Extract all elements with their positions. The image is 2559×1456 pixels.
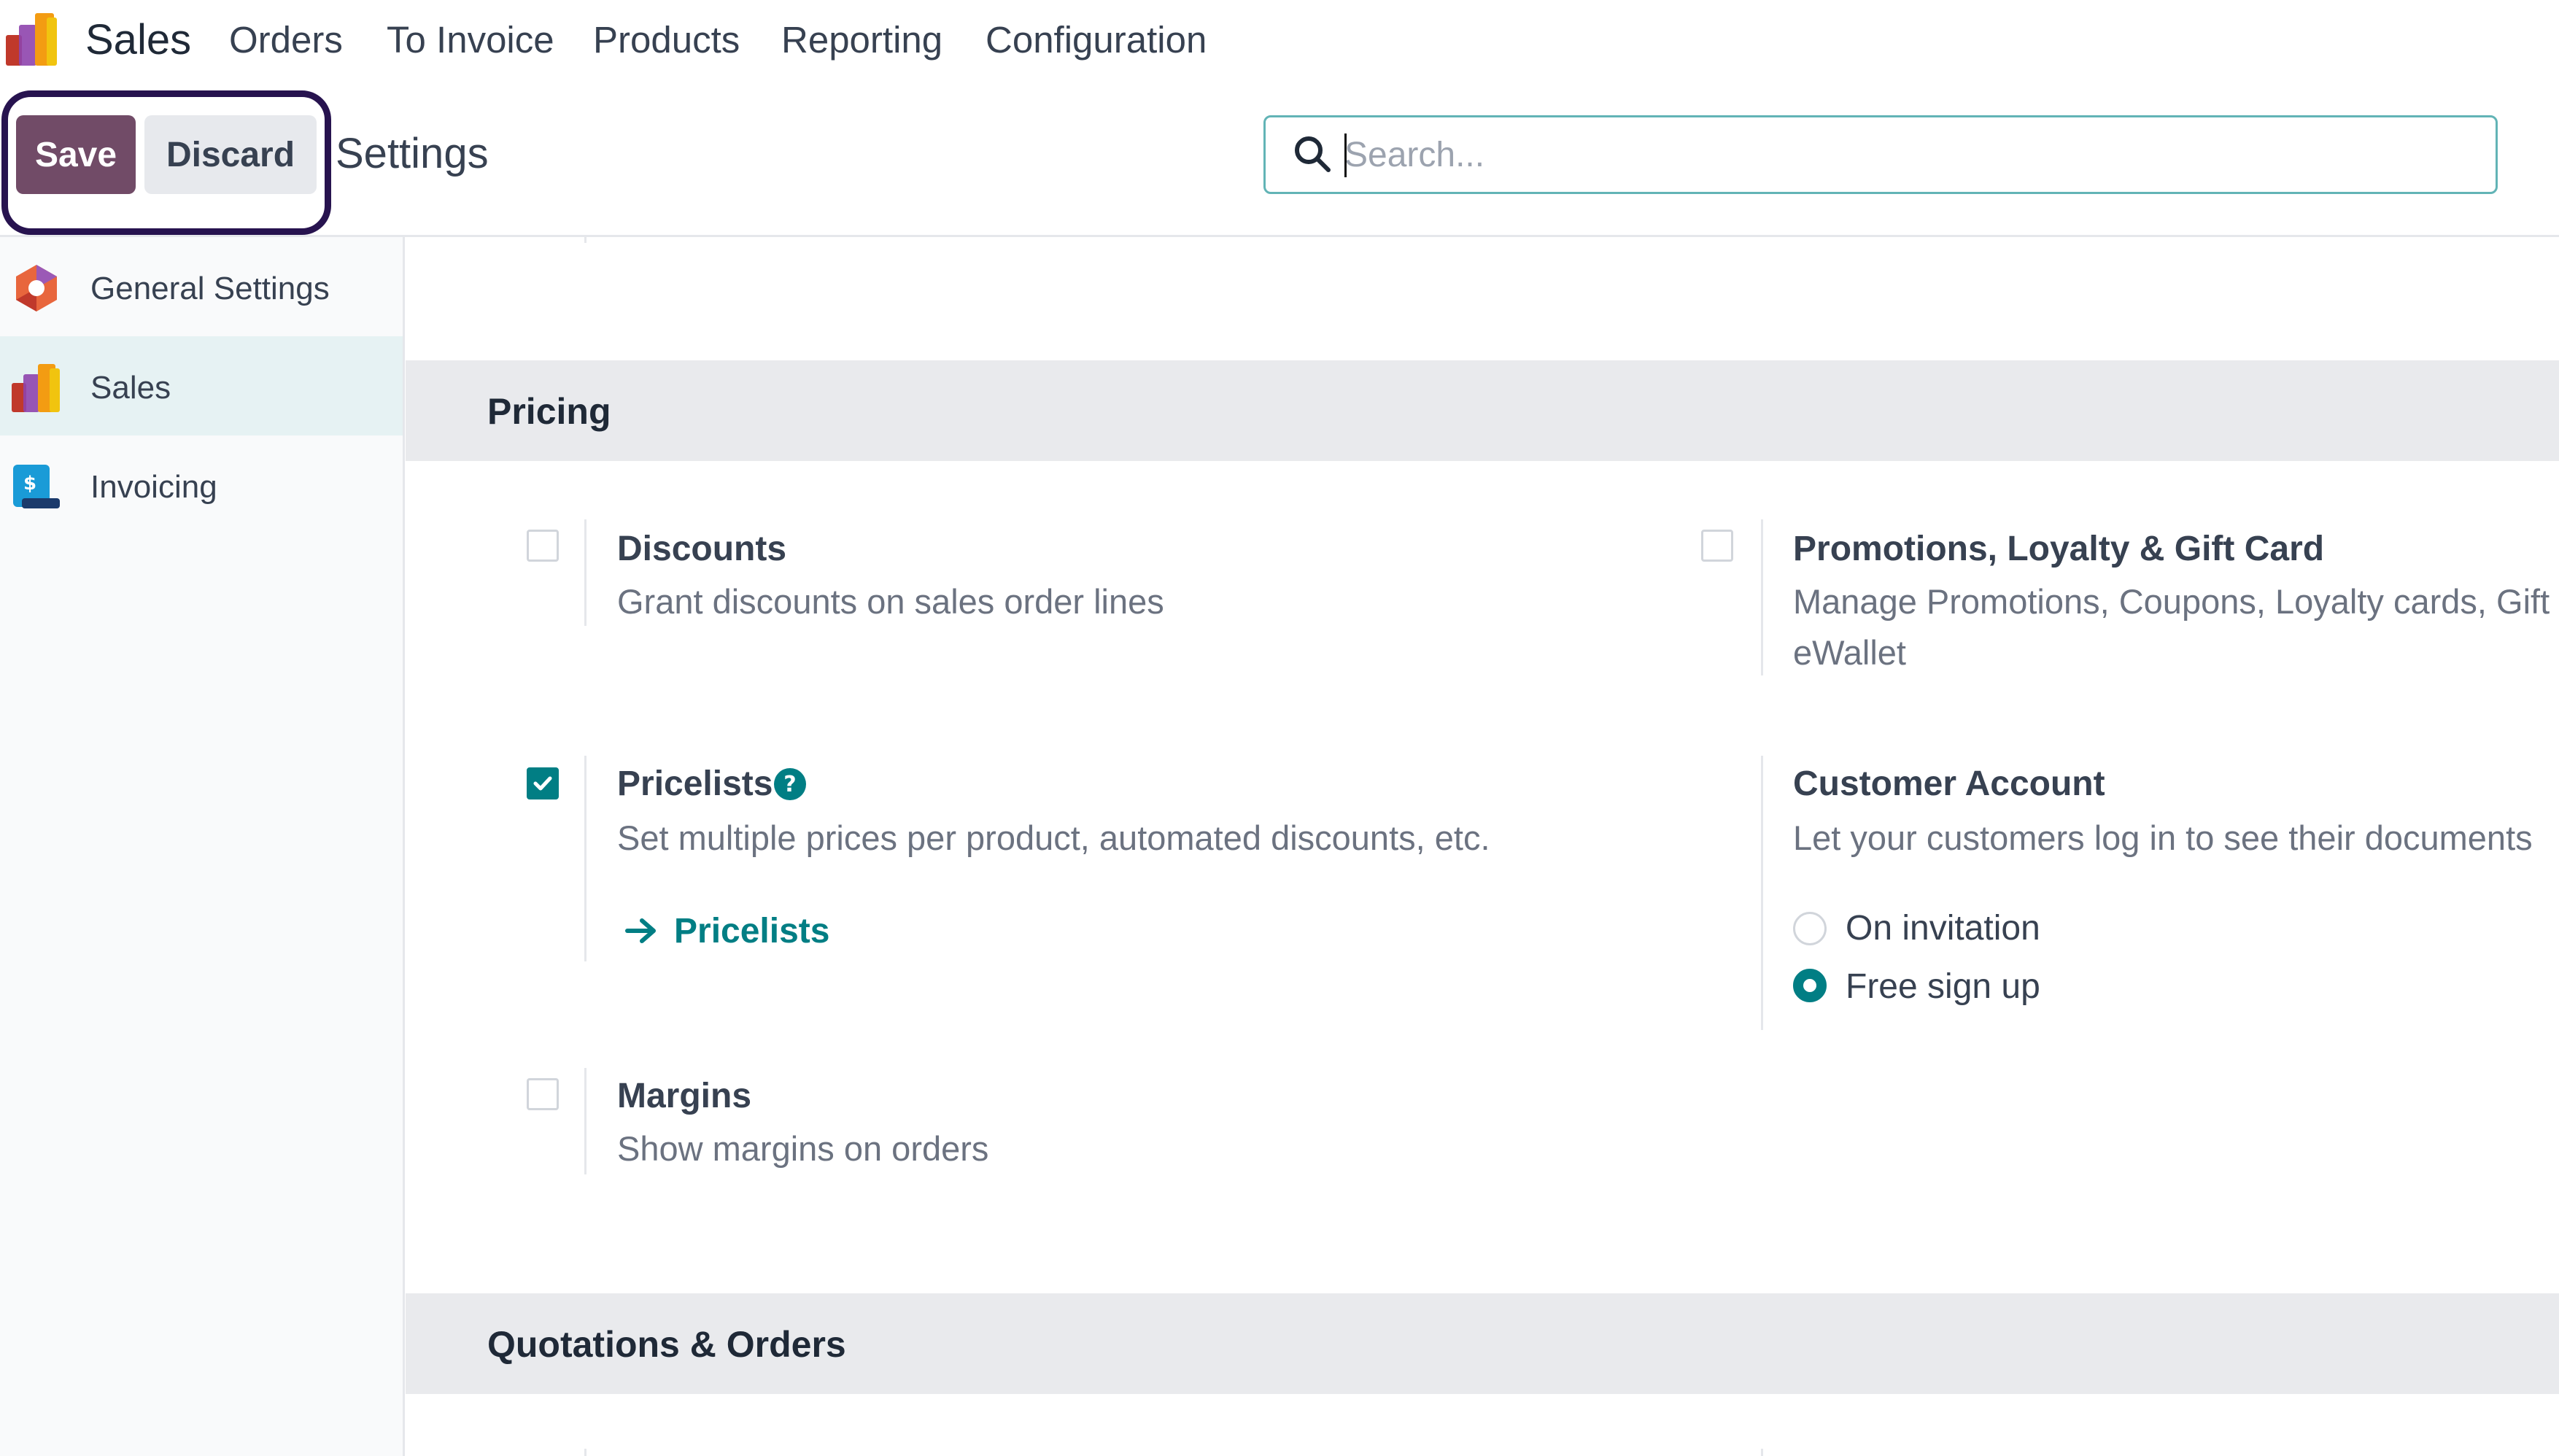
divider <box>584 237 586 243</box>
nav-app-name[interactable]: Sales <box>85 15 191 66</box>
discounts-description: Grant discounts on sales order lines <box>617 582 1164 621</box>
nav-item-to-invoice[interactable]: To Invoice <box>387 15 554 66</box>
settings-sidebar: General Settings Sales $ Invoicing <box>0 237 405 1456</box>
sidebar-item-invoicing[interactable]: $ Invoicing <box>0 435 403 535</box>
discounts-title: Discounts <box>617 530 787 568</box>
discounts-checkbox[interactable] <box>527 530 559 562</box>
customer-account-description: Let your customers log in to see their d… <box>1793 818 2533 857</box>
radio-on-invitation[interactable] <box>1793 912 1827 945</box>
margins-title: Margins <box>617 1077 752 1115</box>
top-navbar: Sales Orders To Invoice Products Reporti… <box>0 0 2559 80</box>
search-input[interactable] <box>1344 131 2468 179</box>
section-title: Quotations & Orders <box>487 1324 846 1365</box>
nav-item-configuration[interactable]: Configuration <box>986 15 1207 66</box>
promotions-description-line2: eWallet <box>1793 633 1906 672</box>
radio-label-free-sign-up[interactable]: Free sign up <box>1846 966 2040 1008</box>
sidebar-item-label: General Settings <box>90 271 330 306</box>
search-icon <box>1295 136 1331 172</box>
svg-text:?: ? <box>783 772 796 797</box>
pricelists-title: Pricelists <box>617 764 773 803</box>
sidebar-item-label: Invoicing <box>90 469 217 505</box>
margins-checkbox[interactable] <box>527 1078 559 1110</box>
margins-description: Show margins on orders <box>617 1129 989 1168</box>
sidebar-item-sales[interactable]: Sales <box>0 336 403 435</box>
setting-divider <box>584 756 586 961</box>
customer-account-title: Customer Account <box>1793 764 2105 803</box>
svg-text:$: $ <box>23 473 36 495</box>
checkmark-icon <box>533 776 552 791</box>
divider <box>584 1449 586 1456</box>
setting-divider <box>1761 519 1763 675</box>
nav-item-reporting[interactable]: Reporting <box>781 15 942 66</box>
setting-divider <box>1761 756 1763 1030</box>
setting-divider <box>584 1068 586 1174</box>
section-header-pricing: Pricing <box>406 360 2559 461</box>
help-question-icon[interactable]: ? <box>773 767 807 801</box>
radio-label-on-invitation[interactable]: On invitation <box>1846 907 2040 950</box>
radio-free-sign-up[interactable] <box>1793 969 1827 1002</box>
save-button[interactable]: Save <box>16 115 136 194</box>
arrow-right-icon <box>625 918 656 943</box>
promotions-checkbox[interactable] <box>1701 530 1733 562</box>
invoicing-app-icon: $ <box>13 465 60 508</box>
search-box[interactable] <box>1263 115 2498 194</box>
promotions-title: Promotions, Loyalty & Gift Card <box>1793 530 2325 568</box>
general-settings-icon <box>16 265 57 311</box>
section-title: Pricing <box>487 391 611 432</box>
section-header-quotations-orders: Quotations & Orders <box>406 1293 2559 1394</box>
nav-item-orders[interactable]: Orders <box>229 15 343 66</box>
sidebar-item-label: Sales <box>90 370 171 406</box>
sidebar-item-general-settings[interactable]: General Settings <box>0 237 403 336</box>
sales-app-logo-icon[interactable] <box>6 10 61 67</box>
text-caret <box>1344 133 1347 177</box>
nav-item-products[interactable]: Products <box>593 15 740 66</box>
divider <box>1761 1449 1763 1456</box>
discard-button[interactable]: Discard <box>144 115 317 194</box>
pricelists-checkbox[interactable] <box>527 767 559 799</box>
page-title: Settings <box>336 130 489 177</box>
pricelists-description: Set multiple prices per product, automat… <box>617 818 1490 857</box>
promotions-description-line1: Manage Promotions, Coupons, Loyalty card… <box>1793 582 2550 621</box>
sales-app-icon <box>12 364 60 412</box>
setting-divider <box>584 519 586 626</box>
pricelists-link[interactable]: Pricelists <box>674 910 829 953</box>
